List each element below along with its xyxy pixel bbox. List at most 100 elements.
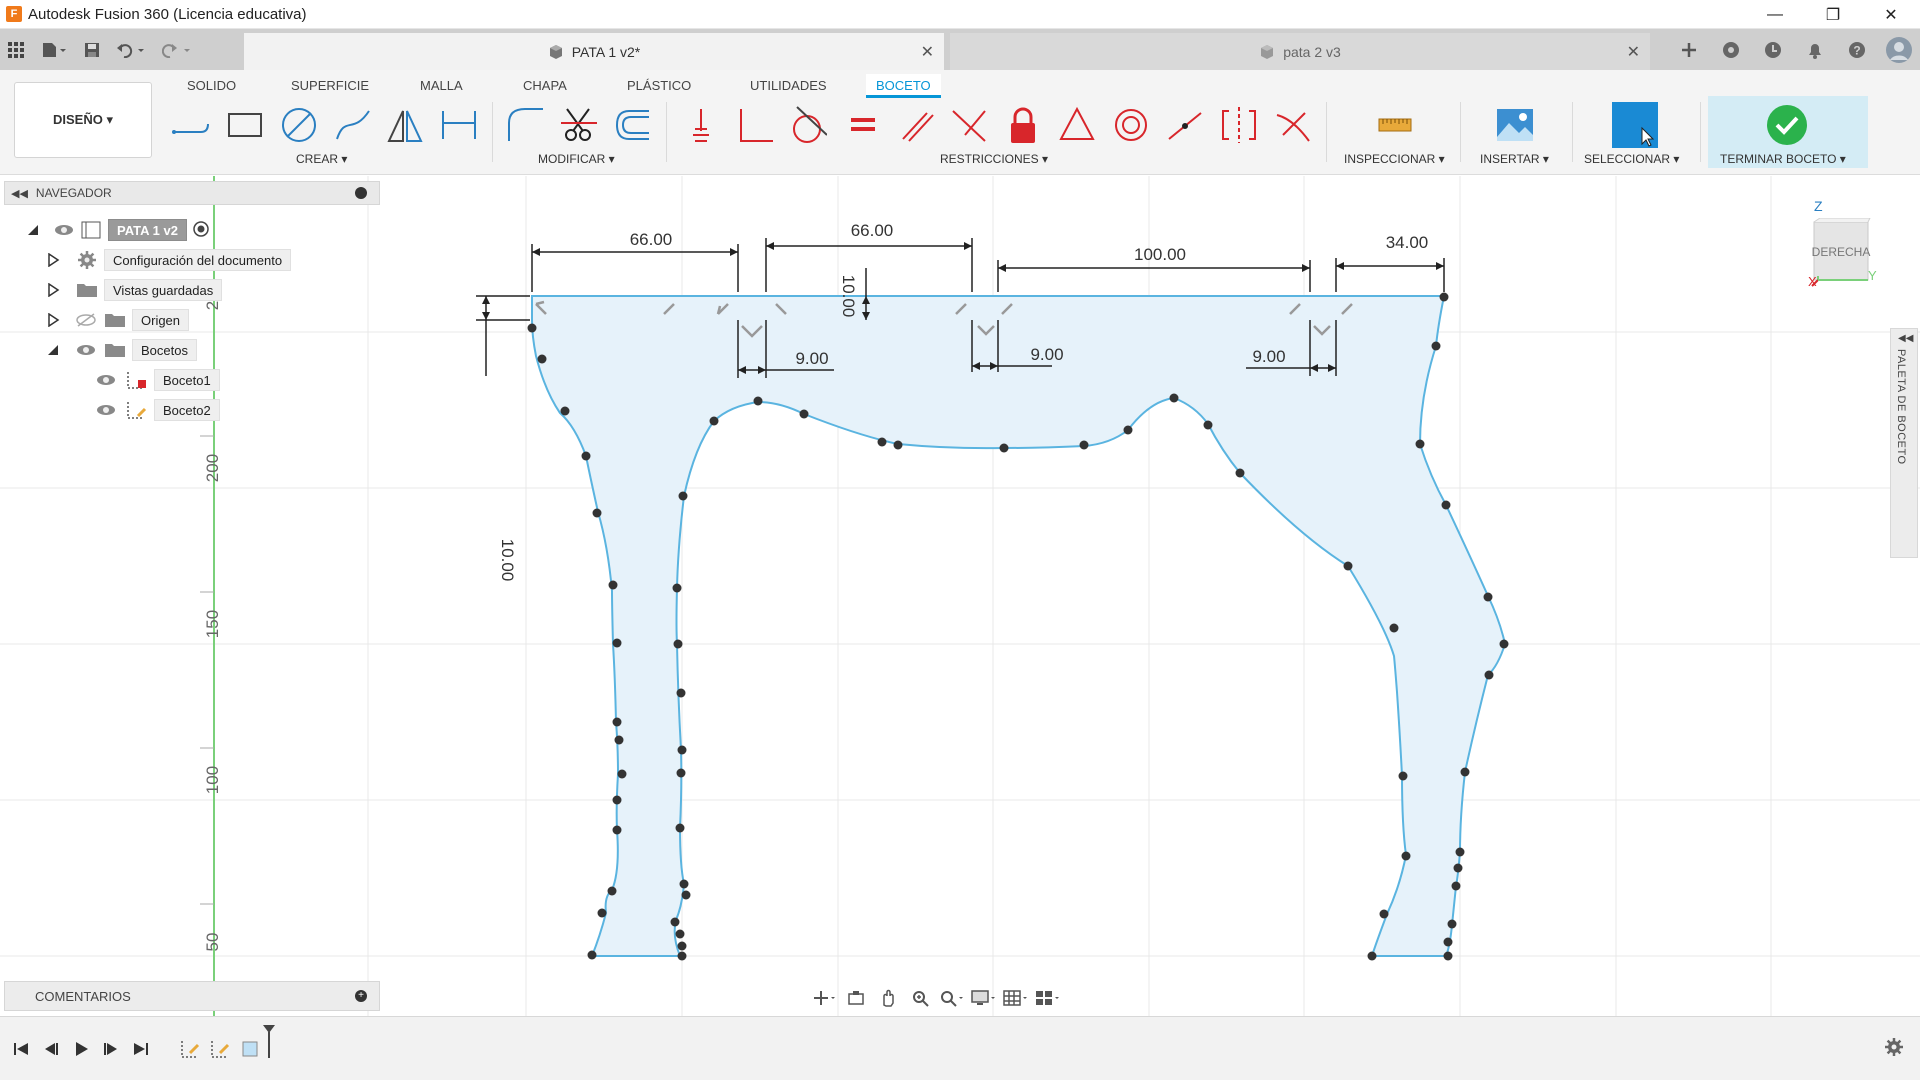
visibility-eye-icon[interactable] — [96, 403, 116, 417]
offset-tool-icon[interactable] — [610, 102, 656, 148]
perpendicular-cross-icon[interactable] — [946, 102, 992, 148]
dimension-66-left[interactable]: 66.00 — [630, 230, 673, 249]
user-avatar[interactable] — [1878, 29, 1920, 70]
file-menu-icon[interactable] — [32, 29, 76, 70]
tree-item-boceto1[interactable]: Boceto1 — [96, 368, 220, 392]
tangent-constraint-icon[interactable] — [784, 102, 830, 148]
new-tab-plus-icon[interactable] — [1668, 29, 1710, 70]
expand-triangle-icon[interactable] — [44, 251, 62, 269]
viewports-icon[interactable] — [1032, 984, 1064, 1012]
sketch-profile[interactable] — [531, 295, 1507, 957]
expand-triangle-icon[interactable] — [44, 341, 62, 359]
look-at-icon[interactable] — [840, 984, 872, 1012]
redo-icon[interactable] — [154, 29, 200, 70]
fillet-tool-icon[interactable] — [502, 102, 548, 148]
tree-item-label[interactable]: Configuración del documento — [104, 249, 292, 271]
terminar-boceto-group-label[interactable]: TERMINAR BOCETO ▾ — [1720, 152, 1846, 166]
tab-utilidades[interactable]: UTILIDADES — [740, 74, 837, 98]
timeline-settings-gear-icon[interactable] — [1884, 1037, 1904, 1063]
expand-triangle-icon[interactable] — [24, 221, 42, 239]
parallel-constraint-icon[interactable] — [894, 102, 940, 148]
zoom-icon[interactable] — [904, 984, 936, 1012]
dimension-66-middle[interactable]: 66.00 — [851, 221, 894, 240]
concentric-icon[interactable] — [1108, 102, 1154, 148]
dimension-tool-icon[interactable] — [436, 102, 482, 148]
visibility-eye-icon[interactable] — [76, 343, 96, 357]
tree-item-label[interactable]: Origen — [132, 309, 190, 331]
insert-image-icon[interactable] — [1492, 102, 1538, 148]
tab-chapa[interactable]: CHAPA — [513, 74, 577, 98]
visibility-eye-icon[interactable] — [54, 223, 74, 237]
inspeccionar-group-label[interactable]: INSPECCIONAR ▾ — [1344, 152, 1445, 166]
comments-panel[interactable]: COMENTARIOS + — [4, 981, 380, 1011]
browser-panel-header[interactable]: ◀◀ NAVEGADOR — [4, 181, 380, 205]
mirror-tool-icon[interactable] — [382, 102, 428, 148]
rectangle-tool-icon[interactable] — [222, 102, 268, 148]
tab-solido[interactable]: SOLIDO — [177, 74, 246, 98]
tree-item-label[interactable]: Bocetos — [132, 339, 197, 361]
view-cube[interactable]: DERECHA Z X Y — [1808, 198, 1877, 289]
go-to-start-icon[interactable] — [8, 1037, 34, 1061]
tab-superficie[interactable]: SUPERFICIE — [281, 74, 379, 98]
modificar-group-label[interactable]: MODIFICAR ▾ — [538, 152, 615, 166]
extensions-icon[interactable] — [1710, 29, 1752, 70]
timeline-marker[interactable] — [256, 1025, 282, 1058]
tree-item-origen[interactable]: Origen — [44, 308, 190, 332]
tab-pata-2-v3[interactable]: pata 2 v3 ✕ — [950, 33, 1650, 70]
maximize-button[interactable]: ❐ — [1804, 0, 1862, 29]
tab-malla[interactable]: MALLA — [410, 74, 473, 98]
collinear-icon[interactable] — [1162, 102, 1208, 148]
tree-item-boceto2[interactable]: Boceto2 — [96, 398, 220, 422]
line-tool-icon[interactable] — [168, 102, 214, 148]
dimension-100[interactable]: 100.00 — [1134, 245, 1186, 264]
play-icon[interactable] — [68, 1037, 94, 1061]
expand-palette-icon[interactable]: ◀◀ — [1898, 333, 1913, 344]
dimension-9-middle[interactable]: 9.00 — [1030, 345, 1063, 364]
notifications-bell-icon[interactable] — [1794, 29, 1836, 70]
minimize-panel-icon[interactable] — [355, 187, 367, 199]
close-tab-icon[interactable]: ✕ — [1627, 42, 1640, 62]
close-window-button[interactable]: ✕ — [1862, 0, 1920, 29]
help-icon[interactable]: ? — [1836, 29, 1878, 70]
grid-settings-icon[interactable] — [1000, 984, 1032, 1012]
sketch-palette-tab[interactable]: ◀◀ PALETA DE BOCETO — [1890, 328, 1918, 558]
curvature-icon[interactable] — [1270, 102, 1316, 148]
fix-lock-icon[interactable] — [1000, 102, 1046, 148]
tab-pata-1-v2[interactable]: PATA 1 v2* ✕ — [244, 33, 944, 70]
undo-icon[interactable] — [108, 29, 154, 70]
minimize-button[interactable]: — — [1746, 0, 1804, 29]
seleccionar-group-label[interactable]: SELECCIONAR ▾ — [1584, 152, 1679, 166]
circle-tool-icon[interactable] — [276, 102, 322, 148]
tab-boceto[interactable]: BOCETO — [866, 74, 941, 98]
restricciones-group-label[interactable]: RESTRICCIONES ▾ — [940, 152, 1048, 166]
finish-sketch-check-icon[interactable] — [1764, 102, 1810, 148]
tree-item-label[interactable]: Vistas guardadas — [104, 279, 223, 301]
tab-plastico[interactable]: PLÁSTICO — [617, 74, 701, 98]
perpendicular-constraint-icon[interactable] — [732, 102, 778, 148]
go-to-end-icon[interactable] — [128, 1037, 154, 1061]
step-forward-icon[interactable] — [98, 1037, 124, 1061]
insertar-group-label[interactable]: INSERTAR ▾ — [1480, 152, 1549, 166]
dimension-10-vertical-middle[interactable]: 10.00 — [839, 275, 858, 318]
job-status-clock-icon[interactable] — [1752, 29, 1794, 70]
orbit-icon[interactable] — [808, 984, 840, 1012]
spline-tool-icon[interactable] — [330, 102, 376, 148]
sketch-canvas[interactable]: 66.00 66.00 100.00 34.00 10.00 10.00 9.0… — [0, 176, 1920, 1016]
crear-group-label[interactable]: CREAR ▾ — [296, 152, 347, 166]
data-panel-grid-icon[interactable] — [0, 29, 32, 70]
dimension-34[interactable]: 34.00 — [1386, 233, 1429, 252]
dimension-9-right[interactable]: 9.00 — [1252, 347, 1285, 366]
pan-hand-icon[interactable] — [872, 984, 904, 1012]
hidden-eye-icon[interactable] — [76, 313, 96, 327]
activate-target-icon[interactable] — [193, 220, 209, 240]
root-component-label[interactable]: PATA 1 v2 — [108, 219, 187, 241]
dimension-10-vertical-left[interactable]: 10.00 — [498, 539, 517, 582]
timeline-sketch2-icon[interactable] — [208, 1037, 234, 1061]
tree-item-vistas-guardadas[interactable]: Vistas guardadas — [44, 278, 223, 302]
collapse-panel-icon[interactable]: ◀◀ — [11, 187, 28, 200]
symmetry-icon[interactable] — [1216, 102, 1262, 148]
close-tab-icon[interactable]: ✕ — [921, 42, 934, 62]
dimension-9-left[interactable]: 9.00 — [795, 349, 828, 368]
select-cursor-icon[interactable] — [1612, 102, 1658, 148]
coincident-constraint-icon[interactable] — [678, 102, 724, 148]
